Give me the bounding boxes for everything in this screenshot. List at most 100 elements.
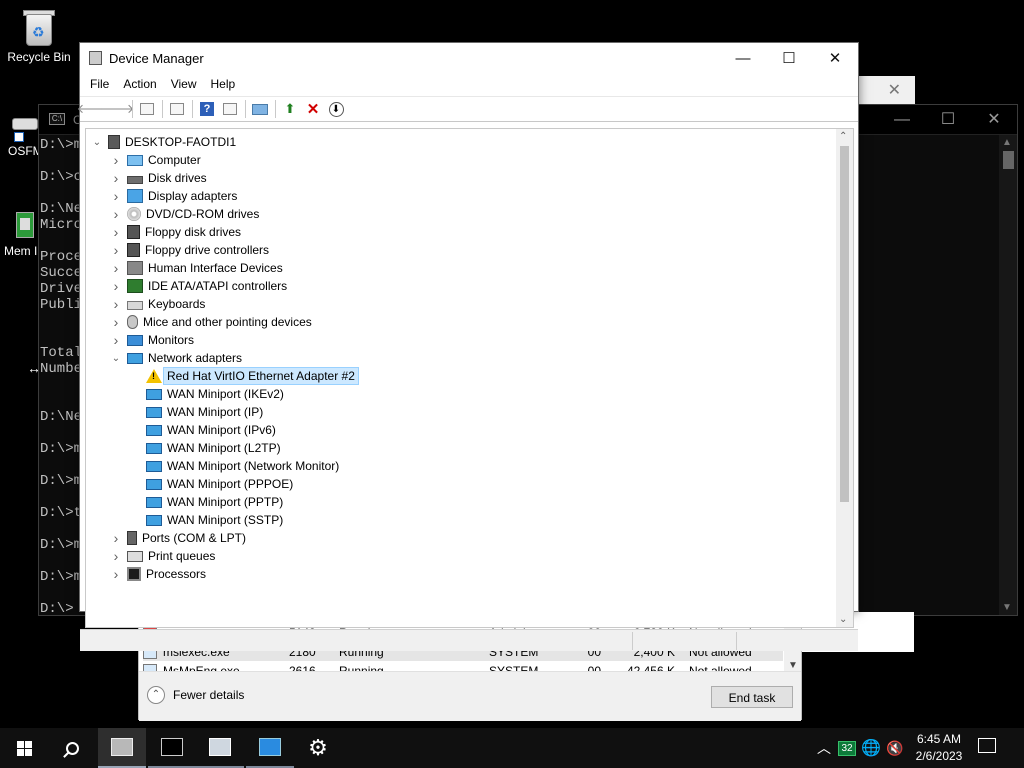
clock[interactable]: 6:45 AM 2/6/2023 [905, 731, 973, 765]
chevron-right-icon[interactable]: › [109, 296, 123, 312]
chevron-right-icon[interactable]: › [109, 314, 123, 330]
mouse-icon [127, 315, 138, 329]
chevron-right-icon[interactable]: › [109, 206, 123, 222]
tree-device[interactable]: WAN Miniport (Network Monitor) [128, 457, 339, 475]
tree-category[interactable]: › Disk drives [109, 169, 207, 187]
menu-view[interactable]: View [164, 74, 204, 96]
menu-file[interactable]: File [83, 74, 116, 96]
device-manager-window[interactable]: Device Manager — ☐ ✕ File Action View He… [77, 42, 859, 651]
close-button[interactable]: ✕ [971, 105, 1017, 135]
taskbar-task-manager[interactable] [246, 728, 294, 768]
volume-tray-icon[interactable]: 🔇 [884, 728, 906, 768]
chevron-down-icon[interactable]: ⌄ [109, 353, 123, 364]
desktop-icon-osfmount[interactable]: OSFM [0, 112, 42, 158]
disable-device-icon[interactable]: ⬇ [326, 99, 346, 119]
chevron-right-icon[interactable]: › [109, 152, 123, 168]
chevron-down-icon[interactable]: ⌄ [90, 137, 104, 148]
fewer-details-button[interactable]: ⌃ Fewer details [147, 686, 244, 704]
search-button[interactable] [48, 728, 96, 768]
net-icon [146, 388, 162, 400]
start-button[interactable] [0, 728, 48, 768]
tree-device[interactable]: WAN Miniport (IKEv2) [128, 385, 284, 403]
show-hidden-icons-button[interactable]: ︿ [814, 728, 834, 768]
chevron-right-icon[interactable]: › [109, 170, 123, 186]
properties-icon[interactable] [167, 99, 187, 119]
network-tray-icon[interactable]: 🌐 [860, 728, 882, 768]
tree-device[interactable]: WAN Miniport (SSTP) [128, 511, 283, 529]
tree-device[interactable]: WAN Miniport (PPPOE) [128, 475, 293, 493]
scroll-down-icon[interactable]: ⌄ [839, 614, 847, 625]
tree-category[interactable]: › Computer [109, 151, 201, 169]
chevron-right-icon[interactable]: › [109, 530, 123, 546]
update-driver-icon[interactable]: ⬆ [280, 99, 300, 119]
taskbar-device-manager[interactable] [98, 728, 146, 768]
scroll-up-icon[interactable]: ▲ [1002, 137, 1012, 148]
chevron-right-icon[interactable]: › [109, 278, 123, 294]
tree-category[interactable]: › Mice and other pointing devices [109, 313, 312, 331]
tree-category[interactable]: › Ports (COM & LPT) [109, 529, 246, 547]
forward-icon[interactable]: 🡒 [100, 99, 135, 119]
device-tree[interactable]: ⌄ DESKTOP-FAOTDI1 › Computer › Disk drives › Di… [86, 129, 836, 627]
show-hide-console-tree-icon[interactable] [137, 99, 157, 119]
tree-category[interactable]: › Display adapters [109, 187, 238, 205]
device-manager-icon [111, 738, 133, 756]
tree-category[interactable]: › Monitors [109, 331, 194, 349]
tree-device[interactable]: WAN Miniport (IP) [128, 403, 263, 421]
scan-hardware-icon[interactable] [250, 99, 270, 119]
taskbar-settings[interactable]: ⚙ [294, 728, 342, 768]
chevron-right-icon[interactable]: › [109, 260, 123, 276]
maximize-button[interactable]: ☐ [925, 105, 971, 135]
tree-device[interactable]: WAN Miniport (PPTP) [128, 493, 283, 511]
chevron-right-icon[interactable]: › [109, 332, 123, 348]
chevron-right-icon[interactable]: › [109, 566, 123, 582]
device-tree-pane[interactable]: ⌄ DESKTOP-FAOTDI1 › Computer › Disk drives › Di… [85, 128, 854, 628]
taskbar-cmd[interactable] [148, 728, 196, 768]
tree-category[interactable]: › DVD/CD-ROM drives [109, 205, 260, 223]
chevron-right-icon[interactable]: › [109, 242, 123, 258]
tree-category[interactable]: › Print queues [109, 547, 216, 565]
hid-icon [127, 261, 143, 275]
window-title: Device Manager [109, 51, 204, 66]
minimize-button[interactable]: — [720, 43, 766, 74]
tray-app-badge[interactable]: 32 [838, 728, 856, 768]
scroll-down-icon[interactable]: ▼ [788, 660, 798, 671]
tree-category[interactable]: › Keyboards [109, 295, 206, 313]
close-button[interactable]: ✕ [812, 43, 858, 74]
console-scrollbar[interactable]: ▲ ▼ [999, 135, 1017, 615]
minimize-button[interactable]: — [879, 105, 925, 135]
tree-device[interactable]: WAN Miniport (IPv6) [128, 421, 276, 439]
tree-node-label: Network adapters [148, 351, 243, 365]
uninstall-device-icon[interactable]: ✕ [303, 99, 323, 119]
scrollbar-thumb[interactable] [840, 146, 849, 502]
tree-category[interactable]: › Processors [109, 565, 206, 583]
scrollbar-thumb[interactable] [1003, 151, 1014, 169]
tree-device[interactable]: WAN Miniport (L2TP) [128, 439, 281, 457]
chevron-right-icon[interactable]: › [109, 224, 123, 240]
show-hide-action-pane-icon[interactable] [220, 99, 240, 119]
tree-category[interactable]: › IDE ATA/ATAPI controllers [109, 277, 288, 295]
chevron-right-icon[interactable]: › [109, 548, 123, 564]
help-icon[interactable]: ? [197, 99, 217, 119]
notification-icon[interactable] [978, 738, 996, 753]
tree-category[interactable]: › Human Interface Devices [109, 259, 283, 277]
close-icon[interactable]: ✕ [888, 80, 901, 100]
floppy-icon [127, 243, 140, 257]
chevron-right-icon[interactable]: › [109, 188, 123, 204]
scroll-down-icon[interactable]: ▼ [1002, 602, 1012, 613]
tree-category[interactable]: › Floppy drive controllers [109, 241, 269, 259]
desktop-icon-recycle-bin[interactable]: ♻ Recycle Bin [1, 8, 77, 64]
taskbar-resource-monitor[interactable] [196, 728, 244, 768]
tree-root-computer[interactable]: ⌄ DESKTOP-FAOTDI1 [90, 133, 236, 151]
net-icon [146, 496, 162, 508]
maximize-button[interactable]: ☐ [766, 43, 812, 74]
tree-category[interactable]: › Floppy disk drives [109, 223, 241, 241]
desktop-icon-mem[interactable]: Mem I [0, 212, 42, 258]
net-icon [146, 514, 162, 526]
menu-action[interactable]: Action [116, 74, 163, 96]
end-task-button[interactable]: End task [711, 686, 793, 708]
tree-scrollbar[interactable]: ⌃ ⌄ [836, 129, 853, 627]
scroll-up-icon[interactable]: ⌃ [839, 131, 847, 142]
menu-help[interactable]: Help [204, 74, 243, 96]
tree-category[interactable]: ⌄ Network adapters [109, 349, 242, 367]
tree-device[interactable]: Red Hat VirtIO Ethernet Adapter #2 [128, 367, 359, 385]
